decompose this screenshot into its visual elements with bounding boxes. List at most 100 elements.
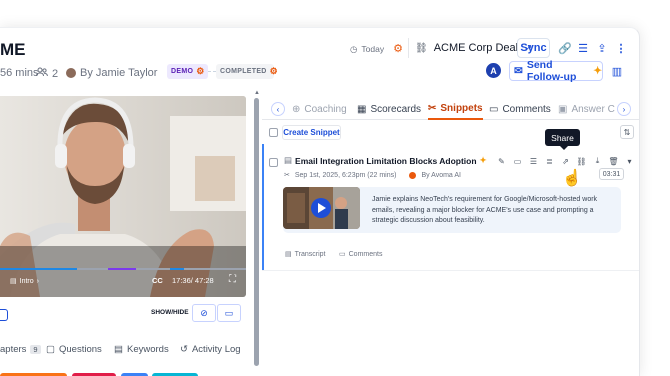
checklist-icon[interactable]: ☰ xyxy=(527,155,540,167)
sparkle-icon: ✦ xyxy=(479,155,487,165)
chevron-down-icon[interactable]: ▾ xyxy=(623,155,636,167)
transcript-icon: ▤ xyxy=(285,251,292,258)
tab-scorecards[interactable]: ▦ Scorecards xyxy=(357,98,421,120)
comment-icon[interactable]: ▭ xyxy=(511,155,524,167)
sparkle-icon: ✦ xyxy=(593,65,602,77)
answer-icon: ▣ xyxy=(558,103,568,115)
sort-icon[interactable]: ⇅ xyxy=(620,125,634,139)
snippet-checkbox[interactable] xyxy=(269,158,278,167)
tab-chapters[interactable]: apters 9 xyxy=(0,344,41,355)
sync-button[interactable]: Sync xyxy=(517,38,550,58)
chapter-label: Intro xyxy=(19,277,34,285)
hide-speaker-icon[interactable]: ⊘ xyxy=(192,304,216,322)
left-scrollbar[interactable]: ▲ xyxy=(254,90,260,370)
app-frame: ME 56 mins 2 By Jamie Taylor DEMO ⚙ COMP… xyxy=(0,27,640,376)
scroll-up-icon[interactable]: ▲ xyxy=(254,90,260,96)
fullscreen-icon[interactable]: ⛶ xyxy=(229,274,236,285)
tab-label: apters xyxy=(0,344,27,355)
hubspot-icon: ⚙ xyxy=(196,66,205,76)
snippet-author: By Avoma AI xyxy=(421,171,461,179)
date-label: Today xyxy=(361,44,385,54)
owner-name: By Jamie Taylor xyxy=(80,67,158,79)
participants[interactable]: 2 xyxy=(36,67,58,80)
mail-icon: ✉ xyxy=(514,65,523,77)
playback-time: 17:36/ 47:28 xyxy=(172,276,214,285)
meeting-duration: 56 mins xyxy=(0,67,39,79)
page-title: ME xyxy=(0,40,26,59)
snippet-title: Email Integration Limitation Blocks Adop… xyxy=(295,155,477,166)
trash-icon[interactable]: 🗑 xyxy=(607,155,620,167)
video-player[interactable]: ▤ Intro › CC 17:36/ 47:28 ⛶ xyxy=(0,96,246,297)
tab-keywords[interactable]: ▤ Keywords xyxy=(114,344,169,355)
hand-cursor-icon: ☝ xyxy=(562,170,582,187)
notes-icon[interactable]: ☰ xyxy=(574,39,592,57)
tab-activity-log[interactable]: ↺ Activity Log xyxy=(180,344,241,355)
transcript-label: Transcript xyxy=(294,250,326,258)
snippet-meta: ✂ Sep 1st, 2025, 6:23pm (22 mins) By Avo… xyxy=(284,171,461,179)
stage-label: COMPLETED xyxy=(220,68,267,75)
kebab-menu-icon[interactable]: ⋮ xyxy=(612,39,630,57)
edit-icon[interactable]: ✎ xyxy=(495,155,508,167)
tab-answer[interactable]: ▣ Answer C xyxy=(558,98,615,120)
share-icon[interactable]: ⇪ xyxy=(593,39,611,57)
create-snippet-button[interactable]: Create Snippet xyxy=(282,125,341,140)
tab-label: Keywords xyxy=(126,344,169,355)
hubspot-icon[interactable]: ⚙ xyxy=(389,39,407,57)
history-icon: ↺ xyxy=(180,344,188,355)
deal-link[interactable]: ⛓ ACME Corp Deal ↗ xyxy=(408,38,534,58)
tab-questions[interactable]: ▢ Questions xyxy=(46,344,102,355)
tab-label: Activity Log xyxy=(191,344,241,355)
stage-connector xyxy=(208,71,216,72)
tab-coaching[interactable]: ⊕ Coaching xyxy=(292,98,347,120)
coaching-icon: ⊕ xyxy=(292,103,301,115)
scroll-thumb[interactable] xyxy=(254,98,259,366)
avatar xyxy=(66,68,76,78)
tab-comments[interactable]: ▭ Comments xyxy=(489,98,551,120)
deal-name: ACME Corp Deal xyxy=(433,42,519,54)
snippet-date: Sep 1st, 2025, 6:23pm (22 mins) xyxy=(294,171,397,179)
people-icon xyxy=(36,67,48,80)
send-follow-up-button[interactable]: ✉ Send Follow-up ✦ xyxy=(509,59,603,83)
clock-icon: ◷ xyxy=(350,43,358,54)
scorecard-icon: ▦ xyxy=(357,103,367,115)
snippet-title-row[interactable]: ▤ Email Integration Limitation Blocks Ad… xyxy=(284,155,487,166)
snippet-duration: 03:31 xyxy=(599,168,624,180)
camera-icon[interactable]: ▭ xyxy=(217,304,241,322)
link-icon[interactable]: ⛓ xyxy=(575,155,588,167)
tab-snippets[interactable]: ✂ Snippets xyxy=(428,98,483,120)
comments-label: Comments xyxy=(348,250,383,258)
stage-badge-demo[interactable]: DEMO ⚙ xyxy=(167,64,208,79)
participant-count: 2 xyxy=(52,67,59,80)
questions-icon: ▢ xyxy=(46,344,55,355)
tabs-next-icon[interactable]: › xyxy=(617,102,631,116)
list-icon[interactable]: ≣ xyxy=(543,155,556,167)
duration-text: 56 mins xyxy=(0,67,39,79)
date-indicator: ◷ Today xyxy=(350,39,384,59)
select-all-checkbox[interactable] xyxy=(269,128,278,137)
video-frame xyxy=(0,96,246,297)
captions-button[interactable]: CC xyxy=(152,276,163,285)
snippet-description: Jamie explains NeoTech's requirement for… xyxy=(372,196,598,224)
tab-label: Questions xyxy=(58,344,102,355)
transcript-link[interactable]: ▤ Transcript xyxy=(285,250,326,259)
chevron-right-icon: › xyxy=(36,277,39,285)
snippet-thumbnail[interactable] xyxy=(283,187,360,229)
chapter-selector[interactable]: ▤ Intro › xyxy=(10,277,39,286)
comments-link[interactable]: ▭ Comments xyxy=(339,250,383,259)
follow-up-label: Send Follow-up xyxy=(526,59,577,83)
share-icon[interactable]: ⇗ xyxy=(559,155,572,167)
tab-label: Snippets xyxy=(440,102,483,114)
layout-icon[interactable]: ▥ xyxy=(608,62,626,80)
copy-link-icon[interactable]: 🔗 xyxy=(556,39,574,57)
tabs-prev-icon[interactable]: ‹ xyxy=(271,102,285,116)
side-toggle[interactable] xyxy=(0,309,8,321)
comment-icon: ▭ xyxy=(339,251,346,258)
tab-label: Answer C xyxy=(571,103,615,115)
scissors-icon: ✂ xyxy=(284,172,290,179)
user-avatar[interactable]: A xyxy=(486,63,501,78)
tab-label: Comments xyxy=(502,103,551,115)
snippet-doc-icon: ▤ xyxy=(284,155,293,165)
stage-badge-completed[interactable]: COMPLETED ⚙ xyxy=(216,64,278,79)
handshake-icon: ⛓ xyxy=(415,42,428,54)
download-icon[interactable]: ⤓ xyxy=(591,155,604,167)
